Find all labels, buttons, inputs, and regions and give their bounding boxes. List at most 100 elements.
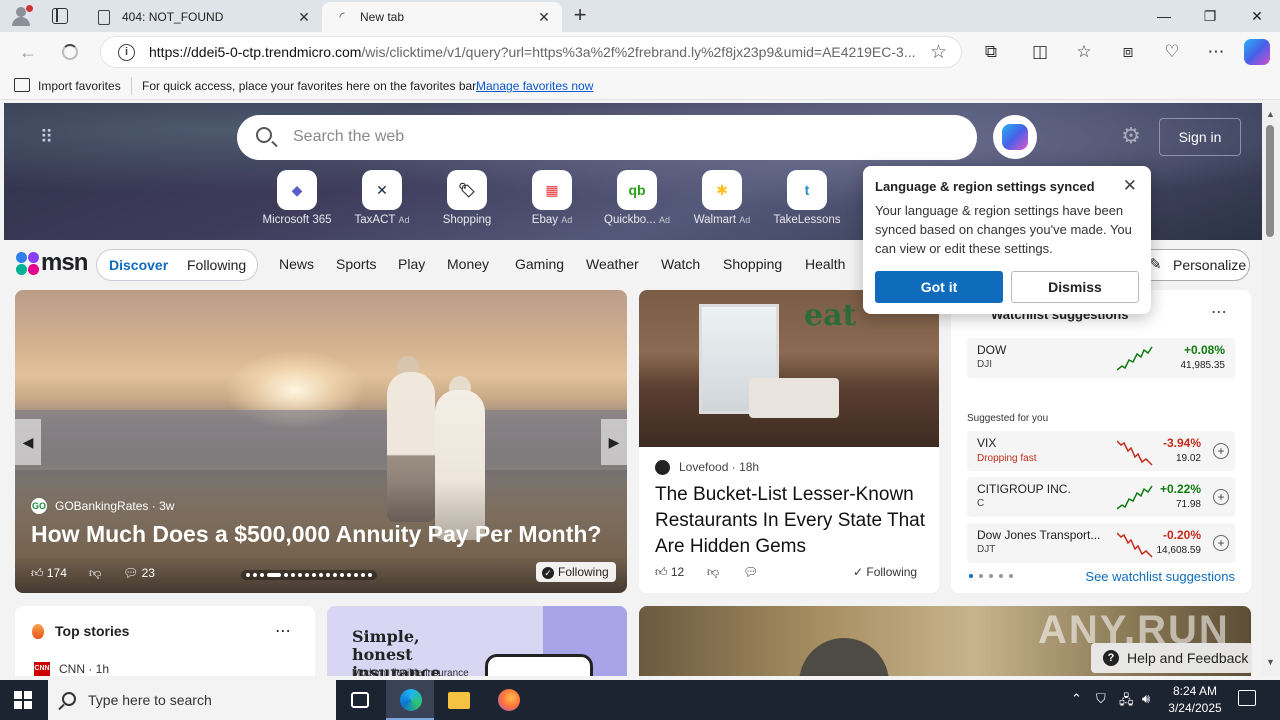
more-menu-icon[interactable]: ⋯: [1202, 38, 1230, 66]
collections-icon[interactable]: ⧈: [1114, 38, 1142, 66]
close-tab-icon[interactable]: ✕: [292, 9, 316, 26]
address-bar[interactable]: i https://ddei5-0-ctp.trendmicro.com/wis…: [100, 36, 962, 68]
story-source[interactable]: Lovefood · 18h: [679, 460, 759, 474]
shortcut-tile[interactable]: ✱ Walmart Ad: [683, 170, 761, 230]
taskbar-search-input[interactable]: Type here to search: [88, 692, 212, 708]
site-info-icon[interactable]: i: [118, 44, 135, 61]
extensions-icon[interactable]: ⧉: [977, 38, 1005, 66]
app-launcher-icon[interactable]: ⠿: [40, 127, 55, 148]
scroll-down-icon[interactable]: ▼: [1266, 657, 1275, 667]
tab-404[interactable]: 404: NOT_FOUND ✕: [84, 2, 322, 32]
dislike-icon[interactable]: 👎︎: [707, 565, 719, 580]
add-to-watchlist-icon[interactable]: +: [1213, 443, 1229, 459]
firefox-icon[interactable]: [484, 680, 532, 720]
see-watchlist-link[interactable]: See watchlist suggestions: [1085, 569, 1235, 584]
more-options-icon[interactable]: ⋯: [1211, 302, 1227, 322]
insurance-ad-card[interactable]: Simple, honest insurance Modern, flexibl…: [327, 606, 627, 676]
shortcut-tile[interactable]: ▦ Ebay Ad: [513, 170, 591, 230]
new-tab-button[interactable]: +: [568, 4, 592, 28]
msn-logo[interactable]: msn: [16, 249, 88, 278]
like-button[interactable]: 👍︎ 12: [655, 565, 684, 580]
nav-gaming[interactable]: Gaming: [515, 256, 564, 272]
tab-new-tab[interactable]: ◜ New tab ✕: [322, 2, 562, 32]
windows-start-icon[interactable]: [14, 691, 32, 709]
nav-news[interactable]: News: [279, 256, 314, 272]
url-text[interactable]: https://ddei5-0-ctp.trendmicro.com/wis/c…: [149, 44, 919, 60]
web-search-box[interactable]: Search the web: [237, 115, 977, 160]
nav-sports[interactable]: Sports: [336, 256, 376, 272]
dislike-icon[interactable]: 👎︎: [89, 566, 101, 581]
manage-favorites-link[interactable]: Manage favorites now: [476, 79, 593, 93]
restore-button[interactable]: ❐: [1187, 0, 1233, 32]
add-to-watchlist-icon[interactable]: +: [1213, 489, 1229, 505]
scroll-thumb[interactable]: [1266, 125, 1274, 237]
shortcut-tile[interactable]: t TakeLessons: [768, 170, 846, 230]
sign-in-button[interactable]: Sign in: [1159, 118, 1241, 156]
import-favorites-button[interactable]: Import favorites: [38, 79, 121, 93]
import-icon[interactable]: [14, 78, 30, 92]
nav-money[interactable]: Money: [447, 256, 489, 272]
scroll-up-icon[interactable]: ▲: [1266, 109, 1275, 119]
shortcut-tile[interactable]: ◆ Microsoft 365: [258, 170, 336, 230]
nav-health[interactable]: Health: [805, 256, 845, 272]
shortcut-tile[interactable]: qb Quickbo... Ad: [598, 170, 676, 230]
profile-icon[interactable]: [8, 4, 34, 28]
show-hidden-icons[interactable]: ⌃: [1071, 691, 1082, 707]
stock-row[interactable]: VIX Dropping fast -3.94% 19.02 +: [967, 431, 1235, 471]
browser-essentials-icon[interactable]: ♡: [1158, 38, 1186, 66]
shortcut-tile[interactable]: ✕ TaxACT Ad: [343, 170, 421, 230]
edge-taskbar-icon[interactable]: [386, 680, 434, 720]
copilot-icon[interactable]: [1244, 39, 1270, 65]
nav-watch[interactable]: Watch: [661, 256, 700, 272]
stock-row[interactable]: Dow Jones Transport... DJT -0.20% 14,608.59…: [967, 523, 1235, 563]
following-button[interactable]: ✓ Following: [853, 565, 917, 579]
tab-discover[interactable]: Discover: [109, 257, 168, 273]
story-source[interactable]: GOBankingRates · 3w: [55, 499, 174, 513]
taskbar-search[interactable]: Type here to search: [48, 680, 336, 720]
carousel-indicator[interactable]: [241, 570, 377, 580]
page-scrollbar[interactable]: ▲ ▼: [1262, 103, 1280, 676]
add-to-watchlist-icon[interactable]: +: [1213, 535, 1229, 551]
featured-story-card[interactable]: ◀ ▶ GO GOBankingRates · 3w How Much Does…: [15, 290, 627, 593]
nav-play[interactable]: Play: [398, 256, 425, 272]
stock-row[interactable]: DOW DJI +0.08% 41,985.35: [967, 338, 1235, 378]
dismiss-button[interactable]: Dismiss: [1011, 271, 1139, 303]
favorite-star-icon[interactable]: ☆: [930, 41, 947, 64]
file-explorer-icon[interactable]: [434, 680, 482, 720]
security-tray-icon[interactable]: ⛉: [1096, 691, 1106, 707]
search-input[interactable]: Search the web: [293, 128, 404, 146]
task-view-icon[interactable]: [336, 680, 384, 720]
carousel-next-button[interactable]: ▶: [601, 419, 627, 465]
like-button[interactable]: 👍︎ 174: [31, 566, 67, 581]
got-it-button[interactable]: Got it: [875, 271, 1003, 303]
comment-icon[interactable]: 💬︎: [743, 565, 758, 579]
story-card[interactable]: eat Lovefood · 18h The Bucket-List Lesse…: [639, 290, 939, 593]
close-icon[interactable]: ✕: [1123, 176, 1137, 196]
settings-gear-icon[interactable]: ⚙: [1118, 123, 1144, 149]
split-screen-icon[interactable]: ◫: [1026, 38, 1054, 66]
personalize-button[interactable]: Personalize: [1134, 249, 1250, 281]
loading-spinner-icon[interactable]: [62, 44, 78, 60]
carousel-prev-button[interactable]: ◀: [15, 419, 41, 465]
nav-weather[interactable]: Weather: [586, 256, 639, 272]
close-window-button[interactable]: ✕: [1234, 0, 1280, 32]
following-button[interactable]: ✓ Following: [536, 562, 616, 582]
tab-actions-icon[interactable]: [52, 8, 68, 24]
page-indicator[interactable]: [969, 574, 1013, 578]
story-headline[interactable]: The Bucket-List Lesser-Known Restaurants…: [655, 482, 930, 560]
notifications-icon[interactable]: [1238, 690, 1256, 706]
stock-row[interactable]: CITIGROUP INC. C +0.22% 71.98 +: [967, 477, 1235, 517]
minimize-button[interactable]: —: [1141, 0, 1187, 32]
comments-button[interactable]: 💬︎ 23: [123, 566, 155, 580]
favorites-icon[interactable]: ☆: [1070, 38, 1098, 66]
copilot-button[interactable]: [993, 115, 1037, 159]
more-options-icon[interactable]: ⋯: [275, 621, 291, 641]
shortcut-tile[interactable]: 🏷 Shopping: [428, 170, 506, 230]
help-feedback-button[interactable]: Help and Feedback: [1091, 643, 1253, 673]
nav-shopping[interactable]: Shopping: [723, 256, 782, 272]
network-icon[interactable]: 🖧︎: [1119, 691, 1134, 713]
close-tab-icon[interactable]: ✕: [532, 9, 556, 26]
system-clock[interactable]: 8:24 AM 3/24/2025: [1164, 683, 1226, 717]
back-button[interactable]: ←: [16, 40, 40, 64]
volume-icon[interactable]: 🔊︎: [1142, 691, 1150, 707]
